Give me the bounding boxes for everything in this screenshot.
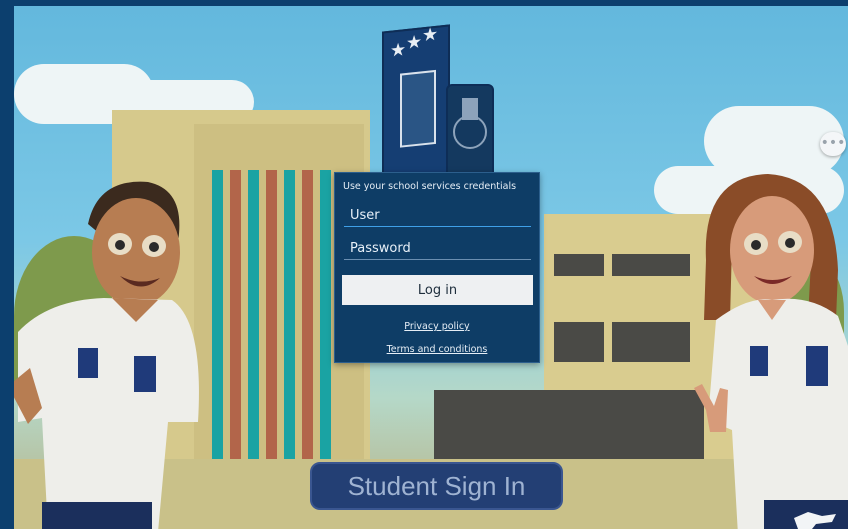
building-window	[434, 390, 704, 466]
terms-and-conditions-link[interactable]: Terms and conditions	[335, 344, 539, 355]
school-banner: ★ ★ ★	[382, 23, 450, 186]
column	[248, 170, 259, 470]
building-window	[554, 254, 604, 276]
login-button[interactable]: Log in	[342, 275, 533, 305]
login-panel: Use your school services credentials Log…	[334, 172, 540, 363]
star-icon: ★	[422, 23, 439, 47]
column	[284, 170, 295, 470]
seal-icon	[453, 98, 487, 149]
privacy-policy-link[interactable]: Privacy policy	[335, 321, 539, 332]
credentials-caption: Use your school services credentials	[343, 181, 517, 192]
column	[302, 170, 313, 470]
building-window	[612, 254, 690, 276]
student-left-illustration	[14, 181, 199, 529]
column	[212, 170, 223, 470]
user-input[interactable]	[344, 205, 531, 227]
student-right-illustration	[694, 174, 848, 529]
column	[230, 170, 241, 470]
school-crest-icon	[400, 69, 436, 148]
school-seal-banner	[446, 84, 494, 180]
column	[266, 170, 277, 470]
star-icon: ★	[390, 39, 407, 62]
student-sign-in-button[interactable]: Student Sign In	[310, 462, 563, 510]
school-logo-icon	[794, 512, 836, 529]
password-input[interactable]	[344, 238, 531, 260]
building-window	[554, 322, 604, 362]
column	[320, 170, 331, 470]
more-dots-icon[interactable]: •••	[820, 132, 846, 156]
building-window	[612, 322, 690, 362]
star-icon: ★	[406, 31, 423, 55]
